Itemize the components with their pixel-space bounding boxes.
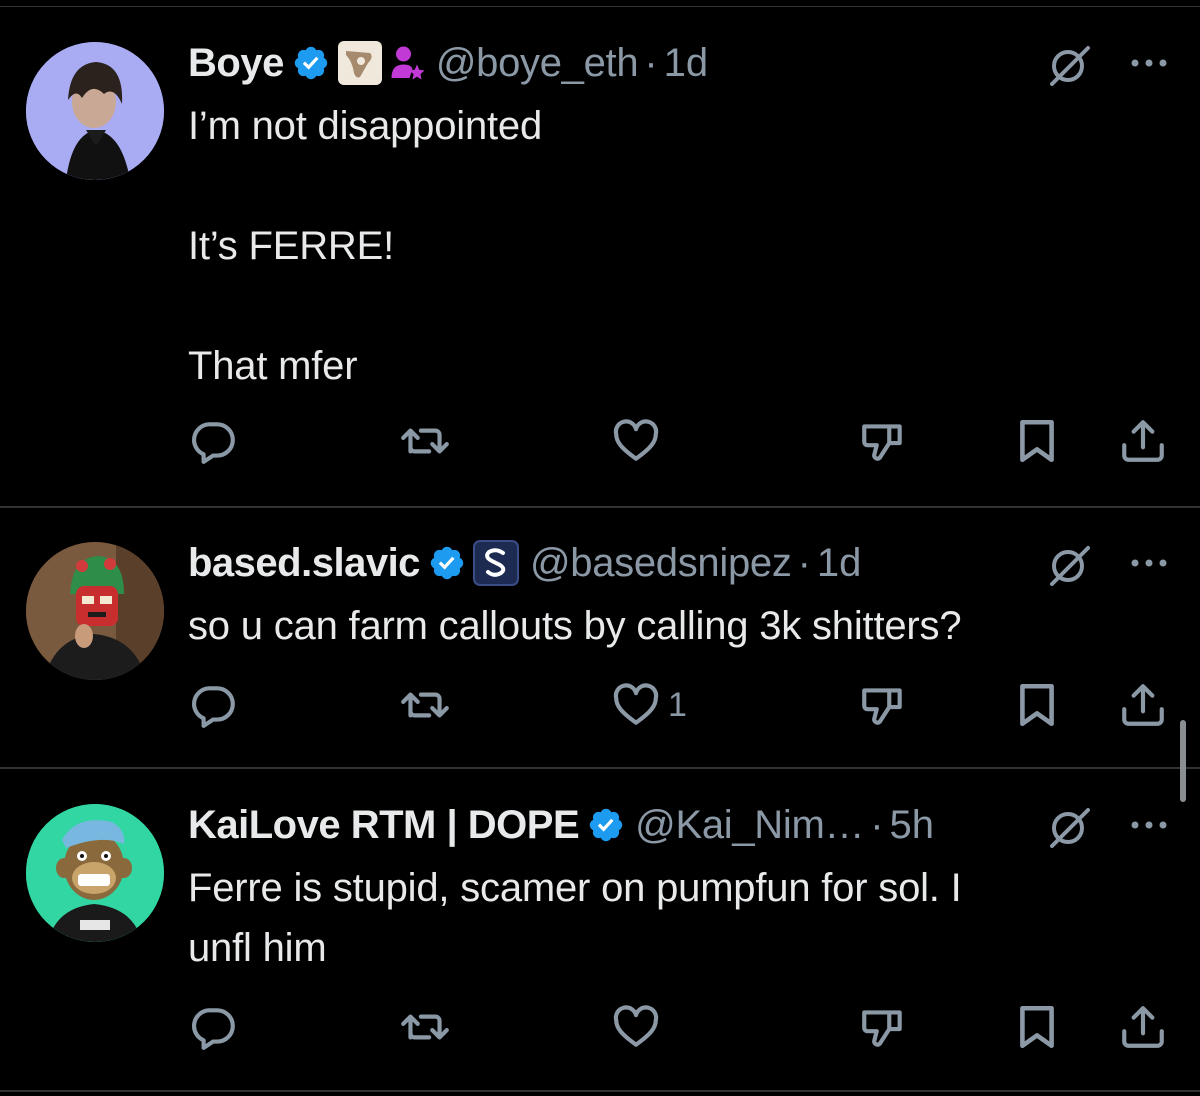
reply-icon xyxy=(188,1002,238,1052)
bookmark-button[interactable] xyxy=(1014,416,1060,466)
dislike-button[interactable] xyxy=(858,1002,908,1052)
like-icon xyxy=(610,680,662,730)
retweet-icon xyxy=(398,1002,452,1052)
dislike-icon xyxy=(858,416,908,466)
retweet-icon xyxy=(398,416,452,466)
tweet-divider xyxy=(0,506,1200,508)
action-bar xyxy=(0,1002,1200,1052)
like-icon xyxy=(610,416,662,466)
verified-icon xyxy=(587,806,625,844)
bookmark-icon xyxy=(1014,416,1060,466)
verified-icon xyxy=(428,544,466,582)
reply-button[interactable] xyxy=(188,1002,238,1052)
like-button[interactable] xyxy=(610,1002,662,1052)
dislike-button[interactable] xyxy=(858,416,908,466)
share-icon xyxy=(1118,416,1168,466)
handle[interactable]: @Kai_Nim… xyxy=(635,803,864,848)
bookmark-button[interactable] xyxy=(1014,1002,1060,1052)
share-button[interactable] xyxy=(1118,416,1168,466)
action-bar xyxy=(0,416,1200,466)
retweet-button[interactable] xyxy=(398,680,452,730)
tweet-header: KaiLove RTM | DOPE @Kai_Nim… · 5h xyxy=(188,800,934,850)
retweet-button[interactable] xyxy=(398,416,452,466)
bookmark-icon xyxy=(1014,680,1060,730)
like-button[interactable] xyxy=(610,416,662,466)
more-icon[interactable] xyxy=(1124,38,1174,88)
dislike-icon xyxy=(858,680,908,730)
avatar[interactable] xyxy=(26,42,164,180)
display-name[interactable]: Boye xyxy=(188,41,284,86)
dislike-button[interactable] xyxy=(858,680,908,730)
tweet-text: I’m not disappointed It’s FERRE! That mf… xyxy=(188,104,543,388)
grok-icon[interactable] xyxy=(1044,802,1094,852)
separator: · xyxy=(870,802,884,847)
top-divider xyxy=(0,6,1200,7)
dislike-icon xyxy=(858,1002,908,1052)
timestamp[interactable]: 5h xyxy=(890,803,935,848)
share-icon xyxy=(1118,680,1168,730)
reply-button[interactable] xyxy=(188,416,238,466)
reply-icon xyxy=(188,680,238,730)
avatar[interactable] xyxy=(26,542,164,680)
separator: · xyxy=(644,40,658,85)
tweet-header: Boye @boye_eth · 1d xyxy=(188,38,708,88)
scrollbar[interactable] xyxy=(1180,720,1186,802)
handle[interactable]: @boye_eth xyxy=(436,41,639,86)
share-button[interactable] xyxy=(1118,1002,1168,1052)
subscriber-badge-icon[interactable] xyxy=(390,43,426,83)
like-icon xyxy=(610,1002,662,1052)
timestamp[interactable]: 1d xyxy=(817,541,862,586)
grok-icon[interactable] xyxy=(1044,40,1094,90)
tweet-divider xyxy=(0,767,1200,769)
bookmark-button[interactable] xyxy=(1014,680,1060,730)
retweet-icon xyxy=(398,680,452,730)
reply-icon xyxy=(188,416,238,466)
handle[interactable]: @basedsnipez xyxy=(530,541,792,586)
share-button[interactable] xyxy=(1118,680,1168,730)
grok-icon[interactable] xyxy=(1044,540,1094,590)
retweet-button[interactable] xyxy=(398,1002,452,1052)
separator: · xyxy=(797,540,811,585)
like-count: 1 xyxy=(668,685,687,724)
avatar[interactable] xyxy=(26,804,164,942)
more-icon[interactable] xyxy=(1124,800,1174,850)
more-icon[interactable] xyxy=(1124,538,1174,588)
share-icon xyxy=(1118,1002,1168,1052)
affiliate-badge-icon[interactable] xyxy=(472,539,520,587)
tweet-divider xyxy=(0,1090,1200,1092)
tweet-header: based.slavic @basedsnipez · 1d xyxy=(188,538,861,588)
tweet-text: Ferre is stupid, scamer on pumpfun for s… xyxy=(188,866,962,970)
bookmark-icon xyxy=(1014,1002,1060,1052)
display-name[interactable]: based.slavic xyxy=(188,541,420,586)
like-button[interactable]: 1 xyxy=(610,680,687,730)
timestamp[interactable]: 1d xyxy=(664,41,709,86)
action-bar: 1 xyxy=(0,680,1200,730)
verified-icon xyxy=(292,44,330,82)
tweet-text: so u can farm callouts by calling 3k shi… xyxy=(188,604,962,648)
affiliate-badge-icon[interactable] xyxy=(336,39,384,87)
reply-button[interactable] xyxy=(188,680,238,730)
display-name[interactable]: KaiLove RTM | DOPE xyxy=(188,803,580,848)
